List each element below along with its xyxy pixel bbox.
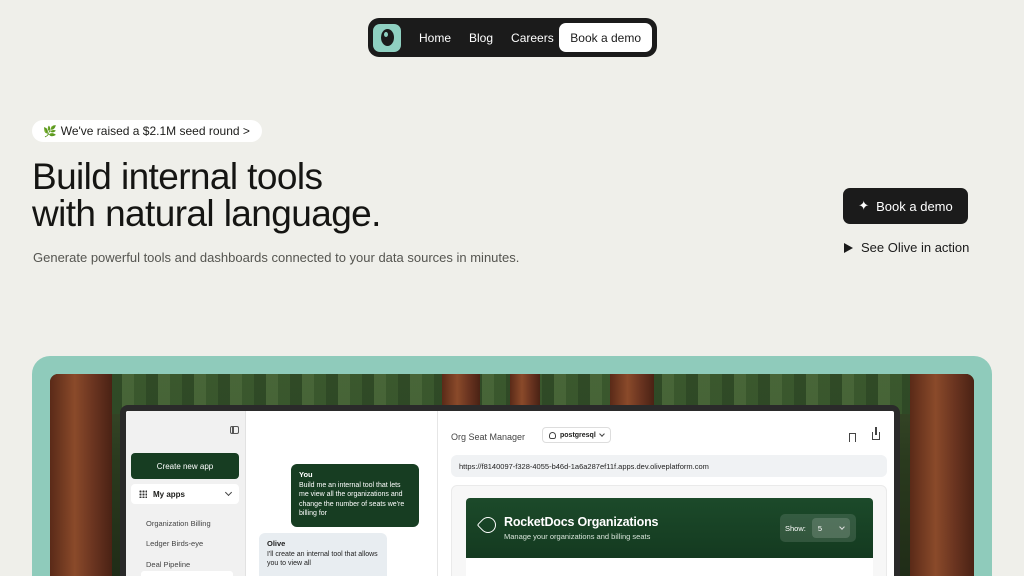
org-subtitle: Manage your organizations and billing se…: [504, 532, 651, 541]
datasource-label: postgresql: [560, 431, 596, 439]
org-header: RocketDocs Organizations Manage your org…: [466, 498, 873, 558]
grid-icon: [139, 490, 147, 498]
olive-message-text: I'll create an internal tool that allows…: [267, 550, 378, 568]
user-name: You: [299, 470, 313, 479]
hero-headline: Build internal tools with natural langua…: [32, 158, 381, 232]
nav-book-demo-button[interactable]: Book a demo: [559, 23, 652, 52]
app-title: Org Seat Manager: [451, 432, 526, 442]
show-count-control: Show: 5: [780, 514, 856, 542]
show-value: 5: [817, 523, 823, 533]
hero-subhead: Generate powerful tools and dashboards c…: [33, 250, 520, 265]
chevron-down-icon: [224, 488, 233, 497]
user-message-text: Build me an internal tool that lets me v…: [299, 481, 405, 518]
chevron-down-icon: [598, 431, 605, 437]
see-olive-label: See Olive in action: [861, 240, 970, 255]
chat-panel: You Build me an internal tool that lets …: [246, 411, 438, 576]
datasource-selector[interactable]: postgresql: [542, 427, 611, 443]
sidebar-item-deal-pipeline[interactable]: Deal Pipeline: [146, 560, 190, 569]
sidebar-collapse-icon[interactable]: [230, 426, 239, 434]
tree-trunk: [50, 374, 112, 576]
sidebar-item-selected[interactable]: [141, 571, 233, 576]
app-window: Create new app My apps Organization Bill…: [120, 405, 900, 576]
olive-branch-icon: 🌿: [43, 125, 57, 138]
funding-badge[interactable]: 🌿 We've raised a $2.1M seed round >: [32, 120, 262, 142]
headline-line-1: Build internal tools: [32, 156, 323, 197]
play-icon: [844, 242, 853, 253]
org-table: [466, 558, 873, 576]
org-title: RocketDocs Organizations: [504, 515, 659, 529]
share-icon[interactable]: [872, 427, 880, 440]
nav-home[interactable]: Home: [419, 31, 451, 45]
olive-logo[interactable]: [373, 23, 401, 52]
create-new-app-button[interactable]: Create new app: [131, 453, 239, 479]
tree-trunk: [910, 374, 974, 576]
sparkle-icon: ✦: [858, 198, 870, 213]
sidebar-item-ledger-birds-eye[interactable]: Ledger Birds-eye: [146, 539, 203, 548]
headline-line-2: with natural language.: [32, 193, 381, 234]
rocket-icon: [476, 513, 500, 537]
show-count-select[interactable]: 5: [811, 518, 850, 538]
top-nav: Home Blog Careers Book a demo: [368, 18, 657, 57]
my-apps-toggle[interactable]: My apps: [131, 484, 239, 504]
funding-badge-text: We've raised a $2.1M seed round >: [60, 124, 250, 138]
olive-name: Olive: [267, 539, 286, 548]
app-sidebar: Create new app My apps Organization Bill…: [126, 411, 246, 576]
user-message-bubble: You Build me an internal tool that lets …: [291, 464, 419, 527]
app-preview: RocketDocs Organizations Manage your org…: [451, 485, 887, 576]
book-demo-button[interactable]: ✦ Book a demo: [843, 188, 968, 224]
nav-blog[interactable]: Blog: [469, 31, 493, 45]
show-label: Show:: [785, 523, 806, 533]
bookmark-icon[interactable]: [849, 433, 856, 442]
app-url-bar[interactable]: https://f8140097-f328-4055-b46d-1a6a287e…: [451, 455, 887, 477]
database-icon: [549, 431, 556, 439]
olive-message-bubble: Olive I'll create an internal tool that …: [259, 533, 387, 576]
olive-icon: [380, 29, 394, 46]
my-apps-label: My apps: [153, 489, 186, 499]
sidebar-item-organization-billing[interactable]: Organization Billing: [146, 519, 211, 528]
nav-careers[interactable]: Careers: [511, 31, 554, 45]
chevron-down-icon: [839, 524, 845, 530]
app-main-panel: Org Seat Manager postgresql https://f814…: [439, 411, 894, 576]
see-olive-in-action-link[interactable]: See Olive in action: [844, 240, 969, 255]
book-demo-label: Book a demo: [876, 198, 953, 214]
